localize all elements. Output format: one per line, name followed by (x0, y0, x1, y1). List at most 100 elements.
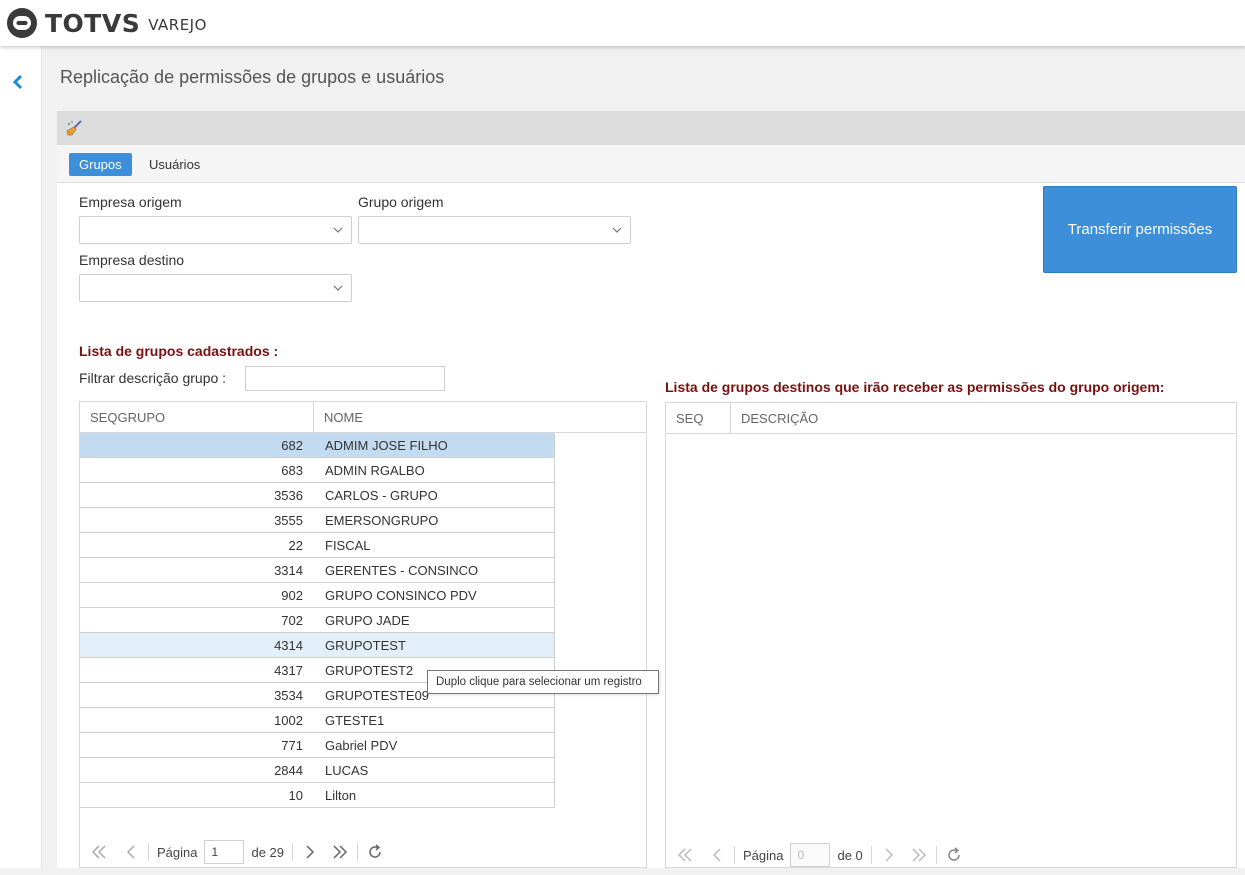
cell-seqgrupo: 902 (281, 588, 303, 603)
empresa-origem-select[interactable] (79, 216, 352, 244)
chevron-down-icon (333, 227, 343, 233)
grupo-origem-select[interactable] (358, 216, 631, 244)
cell-nome: GTESTE1 (325, 713, 385, 728)
tab-bar: Grupos Usuários (57, 145, 1245, 183)
broom-icon[interactable] (66, 119, 84, 137)
tab-grupos[interactable]: Grupos (69, 153, 132, 176)
chevron-down-icon (333, 285, 343, 291)
cell-nome: Gabriel PDV (325, 738, 398, 753)
cell-nome: FISCAL (325, 538, 371, 553)
last-page-icon[interactable] (910, 846, 928, 864)
pager-separator (734, 846, 735, 864)
table-row[interactable]: 702 GRUPO JADE (80, 608, 555, 633)
tooltip: Duplo clique para selecionar um registro (427, 670, 659, 694)
pager-separator (935, 846, 937, 864)
cell-nome: ADMIM JOSE FILHO (325, 438, 448, 453)
refresh-icon[interactable] (945, 846, 963, 864)
pager-separator (148, 843, 149, 861)
totvs-logo-icon (7, 8, 37, 38)
logo[interactable]: TOTVS VAREJO (6, 6, 207, 40)
cell-seqgrupo: 3555 (274, 513, 303, 528)
table-row[interactable]: 902 GRUPO CONSINCO PDV (80, 583, 555, 608)
table-row[interactable]: 682 ADMIM JOSE FILHO (80, 433, 555, 458)
left-pager: Página 1 de 29 (80, 832, 646, 872)
pager-separator (292, 843, 294, 861)
cell-nome: CARLOS - GRUPO (325, 488, 438, 503)
column-header-nome[interactable]: NOME (313, 402, 647, 433)
table-row[interactable]: 3536 CARLOS - GRUPO (80, 483, 555, 508)
cell-nome: GRUPO CONSINCO PDV (325, 588, 477, 603)
cell-seqgrupo: 4314 (274, 638, 303, 653)
table-row[interactable]: 1002 GTESTE1 (80, 708, 555, 733)
cell-seqgrupo: 771 (281, 738, 303, 753)
groups-grid: SEQGRUPO NOME 682 ADMIM JOSE FILHO 683 ADMI… (79, 401, 647, 868)
refresh-icon[interactable] (366, 843, 384, 861)
pager-separator (357, 843, 359, 861)
grupo-origem-label: Grupo origem (358, 194, 444, 210)
filter-input[interactable] (245, 366, 445, 391)
left-sidebar (0, 46, 42, 868)
next-page-icon[interactable] (880, 846, 898, 864)
cell-nome: GERENTES - CONSINCO (325, 563, 479, 578)
destination-grid: SEQ DESCRIÇÃO Página 0 de 0 (665, 402, 1237, 868)
brand-subtitle: VAREJO (148, 16, 207, 34)
first-page-icon[interactable] (90, 843, 108, 861)
main-panel: Grupos Usuários Empresa origem Grupo ori… (57, 111, 1245, 868)
table-row[interactable]: 771 Gabriel PDV (80, 733, 555, 758)
prev-page-icon[interactable] (122, 843, 140, 861)
page-input[interactable]: 0 (790, 843, 831, 867)
empresa-destino-select[interactable] (79, 274, 352, 302)
cell-seqgrupo: 22 (288, 538, 303, 553)
empresa-destino-label: Empresa destino (79, 252, 185, 268)
grid-header: SEQGRUPO NOME (80, 402, 646, 433)
page-label: Página (743, 847, 784, 863)
cell-seqgrupo: 10 (288, 788, 303, 803)
filter-label: Filtrar descrição grupo : (79, 370, 227, 386)
table-row[interactable]: 2844 LUCAS (80, 758, 555, 783)
transfer-permissions-button[interactable]: Transferir permissões (1043, 186, 1237, 273)
cell-seqgrupo: 2844 (274, 763, 303, 778)
right-list-title: Lista de grupos destinos que irão recebe… (665, 379, 1165, 395)
cell-seqgrupo: 3314 (274, 563, 303, 578)
table-row[interactable]: 4314 GRUPOTEST (80, 633, 555, 658)
left-list-title: Lista de grupos cadastrados : (79, 343, 279, 359)
right-pager: Página 0 de 0 (666, 835, 1236, 875)
cell-nome: GRUPO JADE (325, 613, 410, 628)
column-header-seqgrupo[interactable]: SEQGRUPO (80, 402, 313, 433)
chevron-down-icon (612, 227, 622, 233)
page-title: Replicação de permissões de grupos e usu… (60, 67, 445, 87)
prev-page-icon[interactable] (708, 846, 726, 864)
cell-seqgrupo: 702 (281, 613, 303, 628)
cell-seqgrupo: 3534 (274, 688, 303, 703)
pager-separator (870, 846, 872, 864)
brand-name: TOTVS (45, 8, 141, 38)
last-page-icon[interactable] (331, 843, 349, 861)
grid-rows: 682 ADMIM JOSE FILHO 683 ADMIN RGALBO 3536 CA… (80, 433, 555, 808)
cell-nome: LUCAS (325, 763, 369, 778)
tab-usuarios[interactable]: Usuários (139, 153, 210, 176)
page-total: de 29 (251, 844, 285, 860)
cell-nome: EMERSONGRUPO (325, 513, 439, 528)
cell-seqgrupo: 3536 (274, 488, 303, 503)
cell-seqgrupo: 682 (281, 438, 303, 453)
cell-nome: ADMIN RGALBO (325, 463, 425, 478)
table-row[interactable]: 22 FISCAL (80, 533, 555, 558)
column-header-descricao[interactable]: DESCRIÇÃO (730, 403, 1237, 434)
table-row[interactable]: 10 Lilton (80, 783, 555, 808)
cell-nome: GRUPOTEST (325, 638, 406, 653)
table-row[interactable]: 683 ADMIN RGALBO (80, 458, 555, 483)
page-input[interactable]: 1 (204, 840, 245, 864)
next-page-icon[interactable] (301, 843, 319, 861)
table-row[interactable]: 3314 GERENTES - CONSINCO (80, 558, 555, 583)
toolbar (57, 111, 1245, 145)
cell-seqgrupo: 4317 (274, 663, 303, 678)
column-header-seq[interactable]: SEQ (666, 403, 730, 434)
top-bar: TOTVS VAREJO (0, 0, 1245, 46)
cell-seqgrupo: 1002 (274, 713, 303, 728)
cell-nome: Lilton (325, 788, 357, 803)
table-row[interactable]: 3555 EMERSONGRUPO (80, 508, 555, 533)
page-label: Página (157, 844, 198, 860)
cell-seqgrupo: 683 (281, 463, 303, 478)
chevron-left-icon[interactable] (10, 72, 26, 92)
first-page-icon[interactable] (676, 846, 694, 864)
